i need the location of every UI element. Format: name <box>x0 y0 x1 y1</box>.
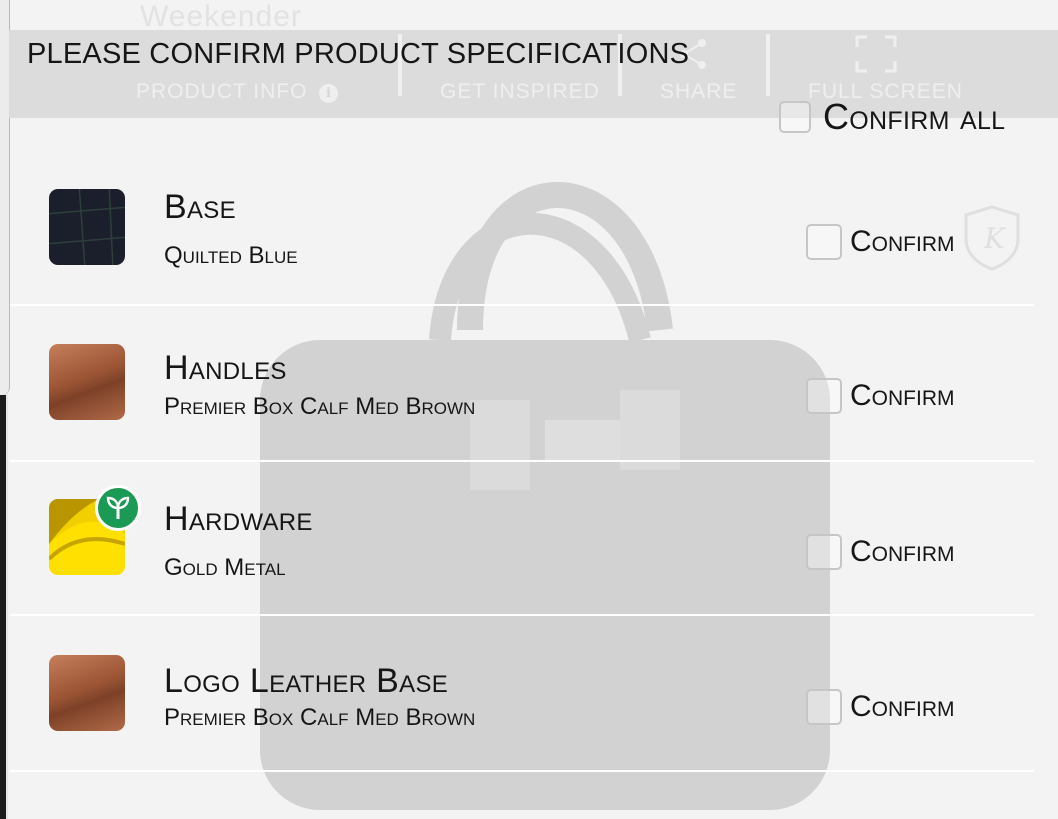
swatch-quilted-blue <box>49 189 125 265</box>
swatch-brown-leather <box>49 344 125 420</box>
confirm-checkbox[interactable] <box>806 534 842 570</box>
spec-subtitle: Premier Box Calf Med Brown <box>164 704 476 731</box>
nav-separator <box>766 34 770 96</box>
spec-subtitle: Quilted Blue <box>164 242 298 269</box>
confirm-toggle[interactable]: Confirm <box>806 689 955 725</box>
confirm-all-checkbox[interactable] <box>779 101 811 133</box>
confirm-checkbox[interactable] <box>806 378 842 414</box>
confirm-all-toggle[interactable]: Confirm all <box>779 96 1005 138</box>
confirm-toggle[interactable]: Confirm <box>806 378 955 414</box>
nav-share[interactable]: SHARE <box>660 80 737 104</box>
spec-row-handles: Handles Premier Box Calf Med Brown Confi… <box>10 305 1034 460</box>
spec-title: Base <box>164 188 236 226</box>
info-icon[interactable]: i <box>319 84 338 103</box>
confirm-checkbox[interactable] <box>806 224 842 260</box>
spec-subtitle: Gold Metal <box>164 554 286 581</box>
eco-sprout-icon <box>95 485 141 531</box>
row-divider <box>10 770 1034 772</box>
nav-get-inspired[interactable]: GET INSPIRED <box>440 80 600 104</box>
spec-subtitle: Premier Box Calf Med Brown <box>164 393 476 420</box>
spec-title: Logo Leather Base <box>164 662 449 700</box>
confirm-checkbox[interactable] <box>806 689 842 725</box>
nav-product-info[interactable]: PRODUCT INFO <box>136 80 307 104</box>
confirm-label: Confirm <box>850 379 955 412</box>
confirm-toggle[interactable]: Confirm <box>806 224 955 260</box>
confirm-all-label: Confirm all <box>823 96 1006 137</box>
spec-title: Handles <box>164 349 287 387</box>
confirm-toggle[interactable]: Confirm <box>806 534 955 570</box>
spec-row-hardware: Hardware Gold Metal Confirm <box>10 461 1034 616</box>
confirm-label: Confirm <box>850 690 955 723</box>
confirm-label: Confirm <box>850 535 955 568</box>
spec-row-base: Base Quilted Blue Confirm <box>10 150 1034 305</box>
swatch-brown-leather <box>49 655 125 731</box>
spec-title: Hardware <box>164 500 313 538</box>
confirm-label: Confirm <box>850 225 955 258</box>
background-product-title: Weekender <box>140 0 302 33</box>
dialog-title: PLEASE CONFIRM PRODUCT SPECIFICATIONS <box>27 38 690 70</box>
fullscreen-icon[interactable] <box>855 35 897 73</box>
spec-row-logo-leather-base: Logo Leather Base Premier Box Calf Med B… <box>10 615 1034 770</box>
